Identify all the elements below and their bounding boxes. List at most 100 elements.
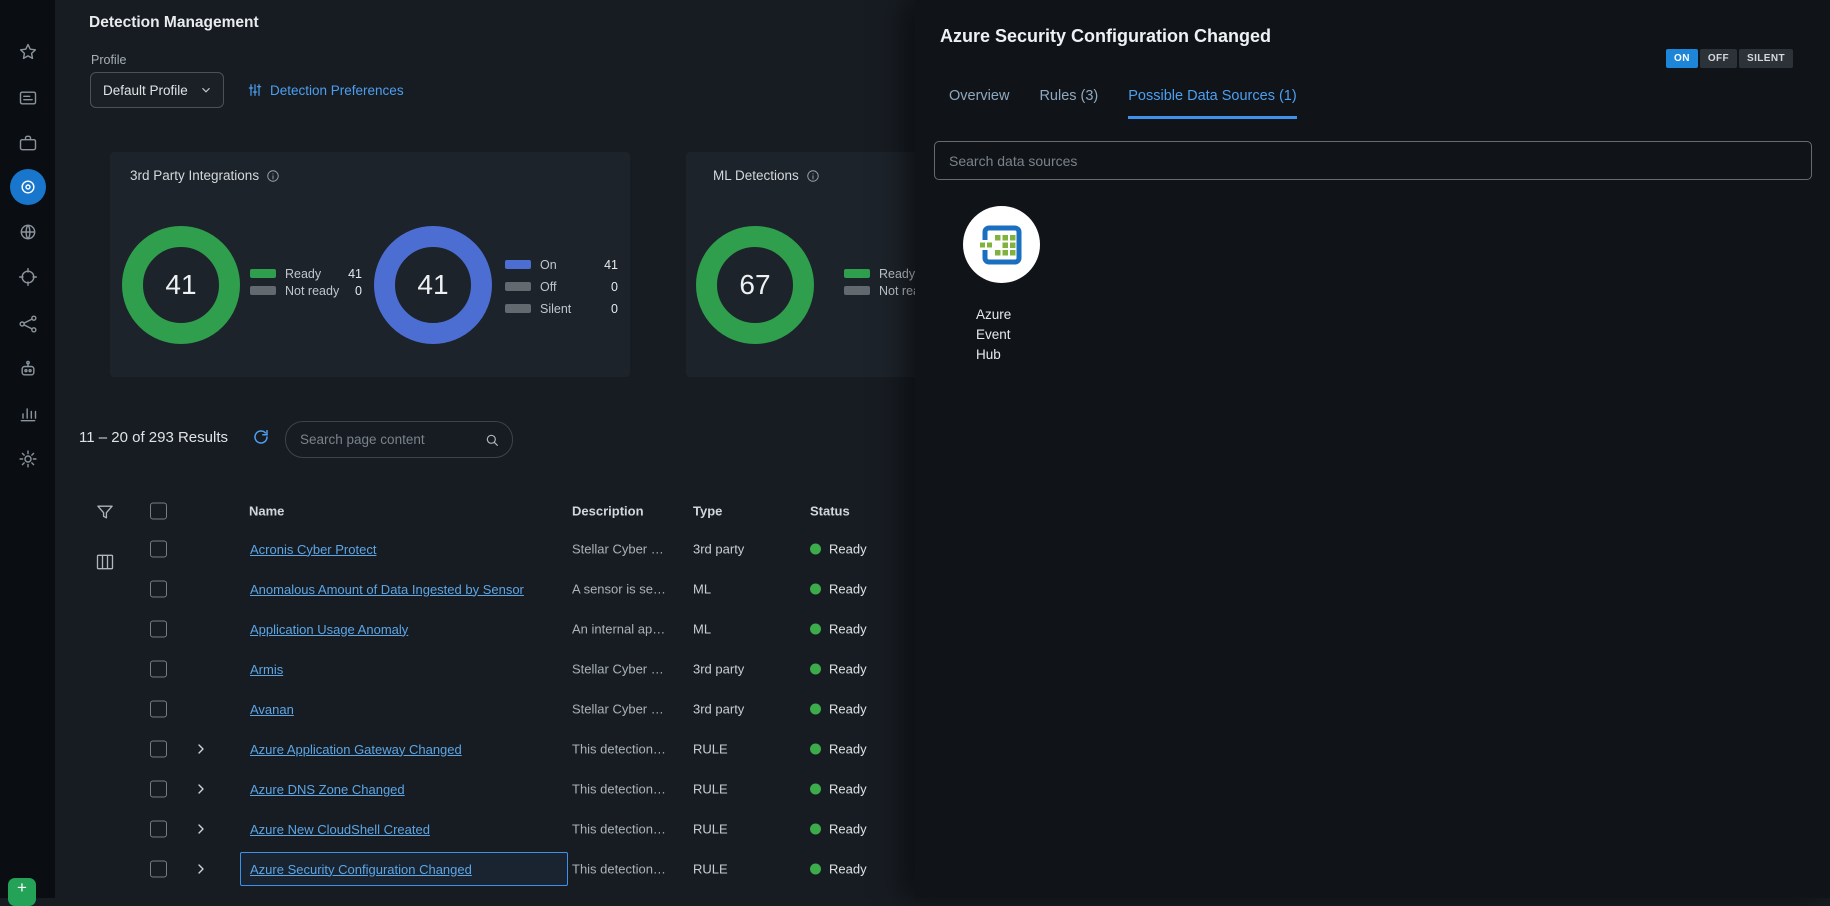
state-legend: On 41 Off 0 Silent 0 — [505, 256, 618, 322]
card-icon — [18, 88, 38, 108]
detection-link[interactable]: Azure DNS Zone Changed — [250, 782, 405, 797]
description-cell: Stellar Cyber … — [572, 542, 686, 557]
card-title: 3rd Party Integrations — [130, 168, 280, 183]
data-source-search-input[interactable] — [949, 153, 1797, 169]
legend-row: Silent 0 — [505, 300, 618, 317]
row-checkbox[interactable] — [150, 661, 167, 678]
info-icon[interactable] — [806, 169, 820, 183]
status-dot — [810, 704, 821, 715]
sidebar-item-reports[interactable] — [0, 394, 55, 434]
sidebar-item-favorites[interactable] — [0, 32, 55, 72]
sidebar-item-cases[interactable] — [0, 123, 55, 163]
info-icon[interactable] — [266, 169, 280, 183]
detection-link[interactable]: Azure Application Gateway Changed — [250, 742, 462, 757]
network-icon — [18, 314, 38, 334]
row-checkbox[interactable] — [150, 861, 167, 878]
detail-drawer: Azure Security Configuration Changed ON … — [915, 0, 1830, 898]
chevron-right-icon — [193, 741, 209, 757]
status-cell: Ready — [810, 782, 867, 797]
type-cell: RULE — [693, 862, 728, 877]
toggle-silent[interactable]: SILENT — [1739, 49, 1793, 68]
name-cell: Anomalous Amount of Data Ingested by Sen… — [240, 572, 568, 606]
detection-link[interactable]: Avanan — [250, 702, 294, 717]
detection-link[interactable]: Anomalous Amount of Data Ingested by Sen… — [250, 582, 524, 597]
expand-row-button[interactable] — [193, 861, 209, 877]
detection-preferences-link[interactable]: Detection Preferences — [247, 82, 404, 98]
add-button[interactable]: + — [8, 878, 36, 906]
row-checkbox[interactable] — [150, 741, 167, 758]
row-checkbox[interactable] — [150, 541, 167, 558]
detection-preferences-label: Detection Preferences — [270, 83, 404, 98]
profile-label: Profile — [91, 53, 126, 67]
detection-link[interactable]: Azure Security Configuration Changed — [250, 862, 472, 877]
status-label: Ready — [829, 742, 867, 757]
toggle-off[interactable]: OFF — [1700, 49, 1737, 68]
status-dot — [810, 824, 821, 835]
description-cell: This detection… — [572, 822, 686, 837]
page-search-input[interactable] — [300, 432, 484, 447]
page-search — [285, 421, 513, 458]
toggle-on[interactable]: ON — [1666, 49, 1698, 68]
data-source-tile[interactable]: Azure Event Hub — [963, 206, 1053, 365]
table-row: Azure Application Gateway Changed This d… — [0, 729, 915, 769]
status-cell: Ready — [810, 542, 867, 557]
tab-possible-data-sources[interactable]: Possible Data Sources (1) — [1128, 88, 1296, 119]
type-cell: 3rd party — [693, 662, 744, 677]
tab-overview[interactable]: Overview — [949, 88, 1009, 119]
status-label: Ready — [829, 822, 867, 837]
sidebar-item-threat-intel[interactable] — [0, 212, 55, 252]
state-toggle-group: ON OFF SILENT — [1666, 49, 1793, 68]
expand-row-button[interactable] — [193, 821, 209, 837]
legend-row: Not ready 0 — [250, 282, 362, 299]
sidebar-item-settings[interactable] — [0, 439, 55, 479]
sidebar-item-hunting[interactable] — [0, 257, 55, 297]
name-cell: Azure New CloudShell Created — [240, 812, 568, 846]
detection-link[interactable]: Azure New CloudShell Created — [250, 822, 430, 837]
name-cell: Avanan — [240, 692, 568, 726]
legend-swatch-blue — [505, 260, 531, 269]
row-checkbox[interactable] — [150, 781, 167, 798]
name-cell: Azure DNS Zone Changed — [240, 772, 568, 806]
select-all-checkbox[interactable] — [150, 503, 167, 520]
status-cell: Ready — [810, 702, 867, 717]
row-checkbox[interactable] — [150, 821, 167, 838]
donut-value: 41 — [165, 269, 196, 301]
tab-rules[interactable]: Rules (3) — [1039, 88, 1098, 119]
detection-link[interactable]: Acronis Cyber Protect — [250, 542, 376, 557]
detection-link[interactable]: Armis — [250, 662, 283, 677]
type-cell: RULE — [693, 742, 728, 757]
legend-swatch-gray — [505, 304, 531, 313]
crosshair-icon — [18, 267, 38, 287]
search-icon — [484, 432, 500, 448]
expand-row-button[interactable] — [193, 781, 209, 797]
description-cell: This detection… — [572, 742, 686, 757]
robot-icon — [18, 359, 38, 379]
name-cell: Azure Application Gateway Changed — [240, 732, 568, 766]
donut-value: 67 — [739, 269, 770, 301]
expand-row-button[interactable] — [193, 741, 209, 757]
legend-swatch-gray — [505, 282, 531, 291]
description-cell: A sensor is se… — [572, 582, 686, 597]
table-row: Acronis Cyber Protect Stellar Cyber … 3r… — [0, 529, 915, 569]
sidebar-item-detections[interactable] — [0, 167, 55, 207]
sidebar-item-connectors[interactable] — [0, 304, 55, 344]
sidebar-item-licenses[interactable] — [0, 78, 55, 118]
profile-dropdown[interactable]: Default Profile — [90, 72, 224, 108]
star-icon — [18, 42, 38, 62]
chevron-down-icon — [199, 83, 213, 97]
row-checkbox[interactable] — [150, 581, 167, 598]
row-checkbox[interactable] — [150, 701, 167, 718]
detection-link[interactable]: Application Usage Anomaly — [250, 622, 408, 637]
name-cell: Application Usage Anomaly — [240, 612, 568, 646]
row-checkbox[interactable] — [150, 621, 167, 638]
drawer-title: Azure Security Configuration Changed — [940, 26, 1271, 47]
description-cell: This detection… — [572, 862, 686, 877]
type-cell: 3rd party — [693, 702, 744, 717]
globe-icon — [18, 222, 38, 242]
sidebar-item-automation[interactable] — [0, 349, 55, 389]
refresh-button[interactable] — [252, 428, 274, 450]
donut-ring-green: 41 — [122, 226, 240, 344]
type-cell: ML — [693, 622, 711, 637]
type-cell: RULE — [693, 822, 728, 837]
ready-donut-chart: 41 — [122, 226, 240, 344]
